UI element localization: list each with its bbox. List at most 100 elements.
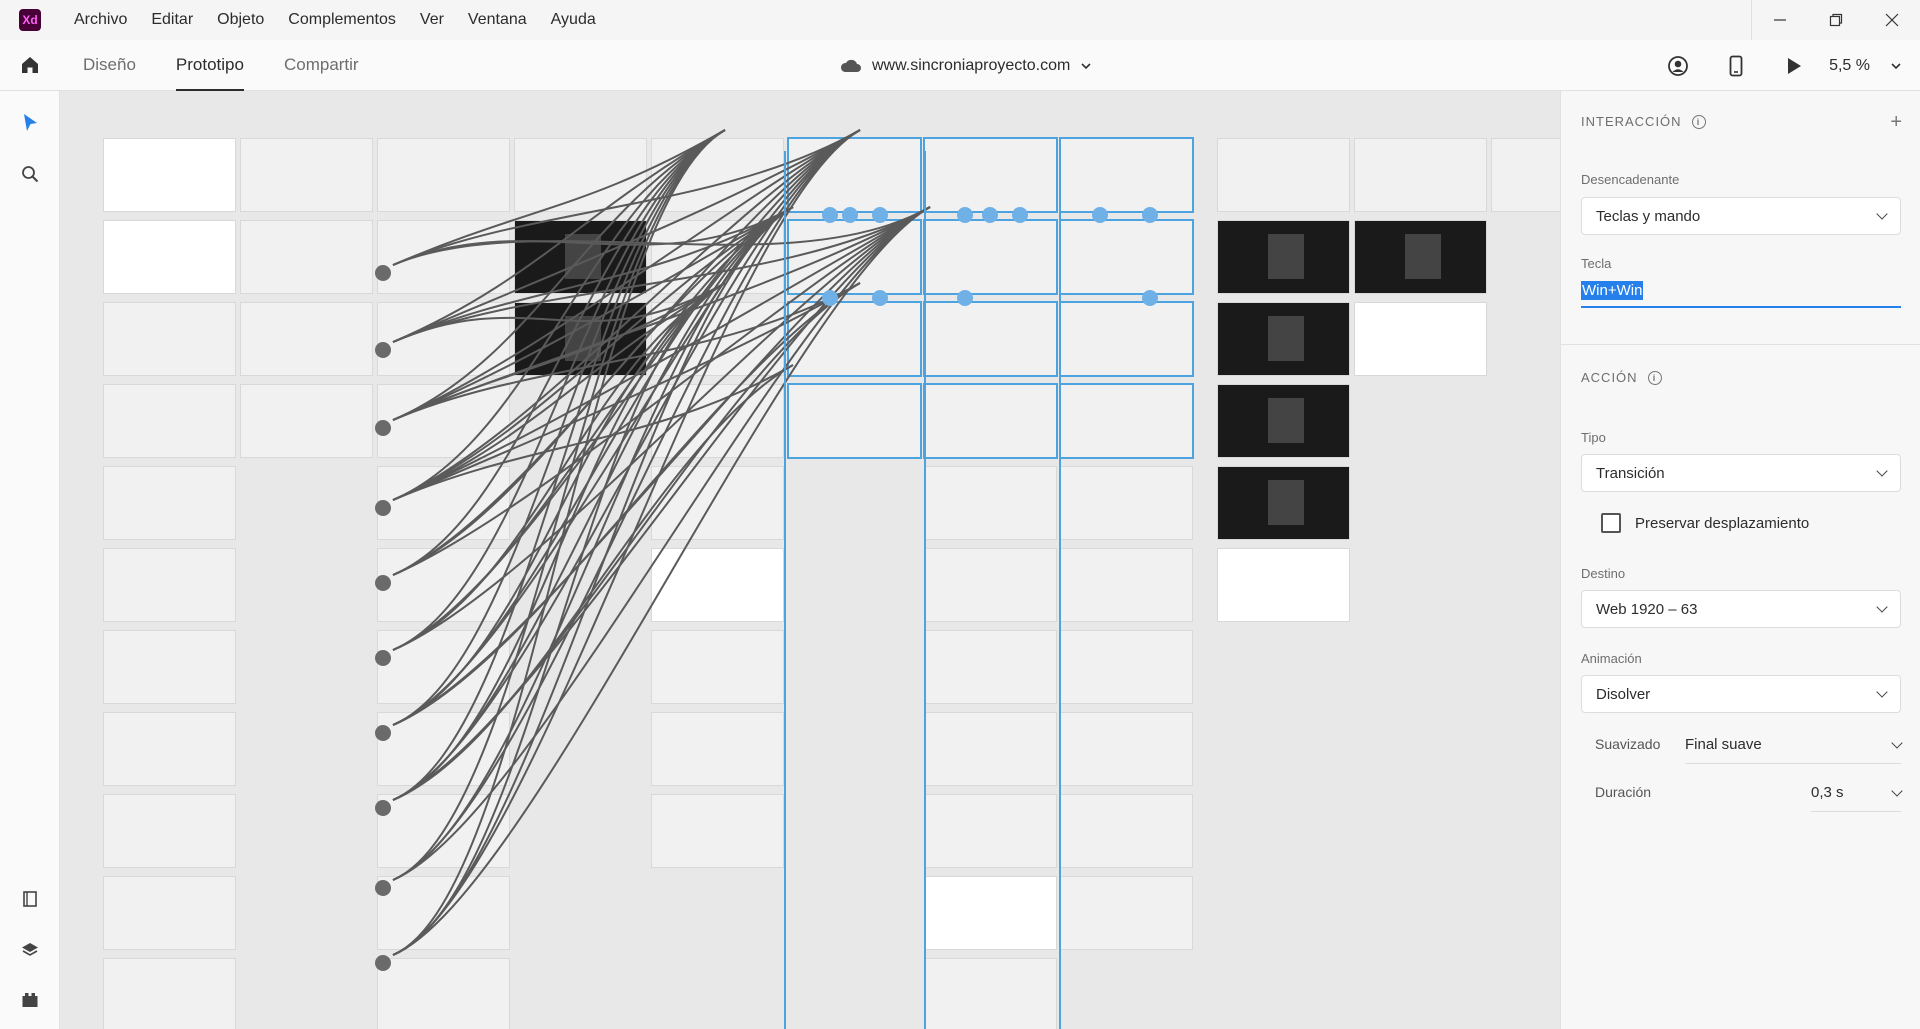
menu-ventana[interactable]: Ventana [468,11,527,29]
artboard-thumbnail[interactable] [240,138,373,212]
artboard-thumbnail[interactable] [1217,384,1350,458]
artboard-thumbnail[interactable] [514,138,647,212]
tab-compartir[interactable]: Compartir [284,40,359,91]
artboard-thumbnail[interactable] [651,466,784,540]
artboard-thumbnail[interactable] [651,712,784,786]
minimize-button[interactable] [1752,0,1808,40]
artboard-thumbnail[interactable] [651,548,784,622]
info-icon[interactable]: i [1647,370,1662,385]
menu-objeto[interactable]: Objeto [217,11,264,29]
artboard-thumbnail[interactable] [240,220,373,294]
artboard-thumbnail[interactable] [377,958,510,1029]
artboard-thumbnail[interactable] [787,219,922,295]
prototype-canvas[interactable] [60,91,1560,1029]
artboard-thumbnail[interactable] [103,302,236,376]
artboard-thumbnail[interactable] [377,712,510,786]
artboard-thumbnail[interactable] [1217,302,1350,376]
artboard-thumbnail[interactable] [103,794,236,868]
artboard-thumbnail[interactable] [1059,137,1194,213]
artboard-thumbnail[interactable] [1060,712,1193,786]
artboard-thumbnail[interactable] [1491,138,1560,212]
invite-user-button[interactable] [1649,40,1707,91]
artboard-thumbnail[interactable] [103,466,236,540]
artboard-thumbnail[interactable] [651,138,784,212]
easing-dropdown[interactable]: Final suave [1685,726,1903,764]
zoom-tool-button[interactable] [0,154,60,194]
document-assets-button[interactable] [0,879,60,919]
artboard-thumbnail[interactable] [787,137,922,213]
artboard-thumbnail[interactable] [787,383,922,459]
zoom-dropdown[interactable]: 5,5 % [1829,57,1902,75]
device-preview-button[interactable] [1707,40,1765,91]
artboard-thumbnail[interactable] [1059,383,1194,459]
artboard-thumbnail[interactable] [377,630,510,704]
artboard-thumbnail[interactable] [651,302,784,376]
trigger-dropdown[interactable]: Teclas y mando [1581,197,1901,235]
plugins-button[interactable] [0,980,60,1020]
artboard-thumbnail[interactable] [377,548,510,622]
artboard-thumbnail[interactable] [377,794,510,868]
artboard-thumbnail[interactable] [103,548,236,622]
artboard-thumbnail[interactable] [923,301,1058,377]
destination-dropdown[interactable]: Web 1920 – 63 [1581,590,1901,628]
layers-button[interactable] [0,930,60,970]
artboard-thumbnail[interactable] [924,712,1057,786]
artboard-thumbnail[interactable] [923,383,1058,459]
artboard-thumbnail[interactable] [651,794,784,868]
artboard-thumbnail[interactable] [377,876,510,950]
menu-complementos[interactable]: Complementos [288,11,396,29]
artboard-thumbnail[interactable] [377,138,510,212]
play-preview-button[interactable] [1765,40,1823,91]
artboard-thumbnail[interactable] [514,220,647,294]
artboard-thumbnail[interactable] [924,548,1057,622]
artboard-thumbnail[interactable] [514,302,647,376]
artboard-thumbnail[interactable] [1060,876,1193,950]
artboard-thumbnail[interactable] [103,384,236,458]
artboard-thumbnail[interactable] [377,384,510,458]
artboard-thumbnail[interactable] [1060,548,1193,622]
artboard-thumbnail[interactable] [787,301,922,377]
menu-archivo[interactable]: Archivo [74,11,127,29]
artboard-thumbnail[interactable] [103,876,236,950]
artboard-thumbnail[interactable] [924,466,1057,540]
animation-dropdown[interactable]: Disolver [1581,675,1901,713]
tab-diseno[interactable]: Diseño [83,40,136,91]
artboard-thumbnail[interactable] [1059,219,1194,295]
close-window-button[interactable] [1864,0,1920,40]
preserve-scroll-row[interactable]: Preservar desplazamiento [1601,513,1809,533]
artboard-thumbnail[interactable] [651,384,784,458]
artboard-thumbnail[interactable] [1217,138,1350,212]
artboard-thumbnail[interactable] [924,876,1057,950]
artboard-thumbnail[interactable] [1217,466,1350,540]
artboard-thumbnail[interactable] [377,302,510,376]
artboard-thumbnail[interactable] [1354,302,1487,376]
artboard-thumbnail[interactable] [924,958,1057,1029]
add-interaction-button[interactable]: + [1890,111,1902,134]
preserve-scroll-checkbox[interactable] [1601,513,1621,533]
artboard-thumbnail[interactable] [924,630,1057,704]
info-icon[interactable]: i [1691,114,1706,129]
select-tool-button[interactable] [0,103,60,143]
artboard-thumbnail[interactable] [1060,794,1193,868]
menu-ayuda[interactable]: Ayuda [551,11,596,29]
artboard-thumbnail[interactable] [651,220,784,294]
menu-ver[interactable]: Ver [420,11,444,29]
artboard-thumbnail[interactable] [1059,301,1194,377]
artboard-thumbnail[interactable] [1354,138,1487,212]
artboard-thumbnail[interactable] [103,958,236,1029]
artboard-thumbnail[interactable] [651,630,784,704]
artboard-thumbnail[interactable] [103,712,236,786]
home-button[interactable] [0,40,60,91]
artboard-thumbnail[interactable] [924,794,1057,868]
artboard-thumbnail[interactable] [923,137,1058,213]
restore-button[interactable] [1808,0,1864,40]
type-dropdown[interactable]: Transición [1581,454,1901,492]
artboard-thumbnail[interactable] [1217,220,1350,294]
artboard-thumbnail[interactable] [377,220,510,294]
artboard-thumbnail[interactable] [240,384,373,458]
artboard-thumbnail[interactable] [103,220,236,294]
duration-dropdown[interactable]: 0,3 s [1811,774,1903,812]
key-input[interactable]: Win+Win [1581,274,1901,308]
artboard-thumbnail[interactable] [1060,466,1193,540]
artboard-thumbnail[interactable] [1217,548,1350,622]
